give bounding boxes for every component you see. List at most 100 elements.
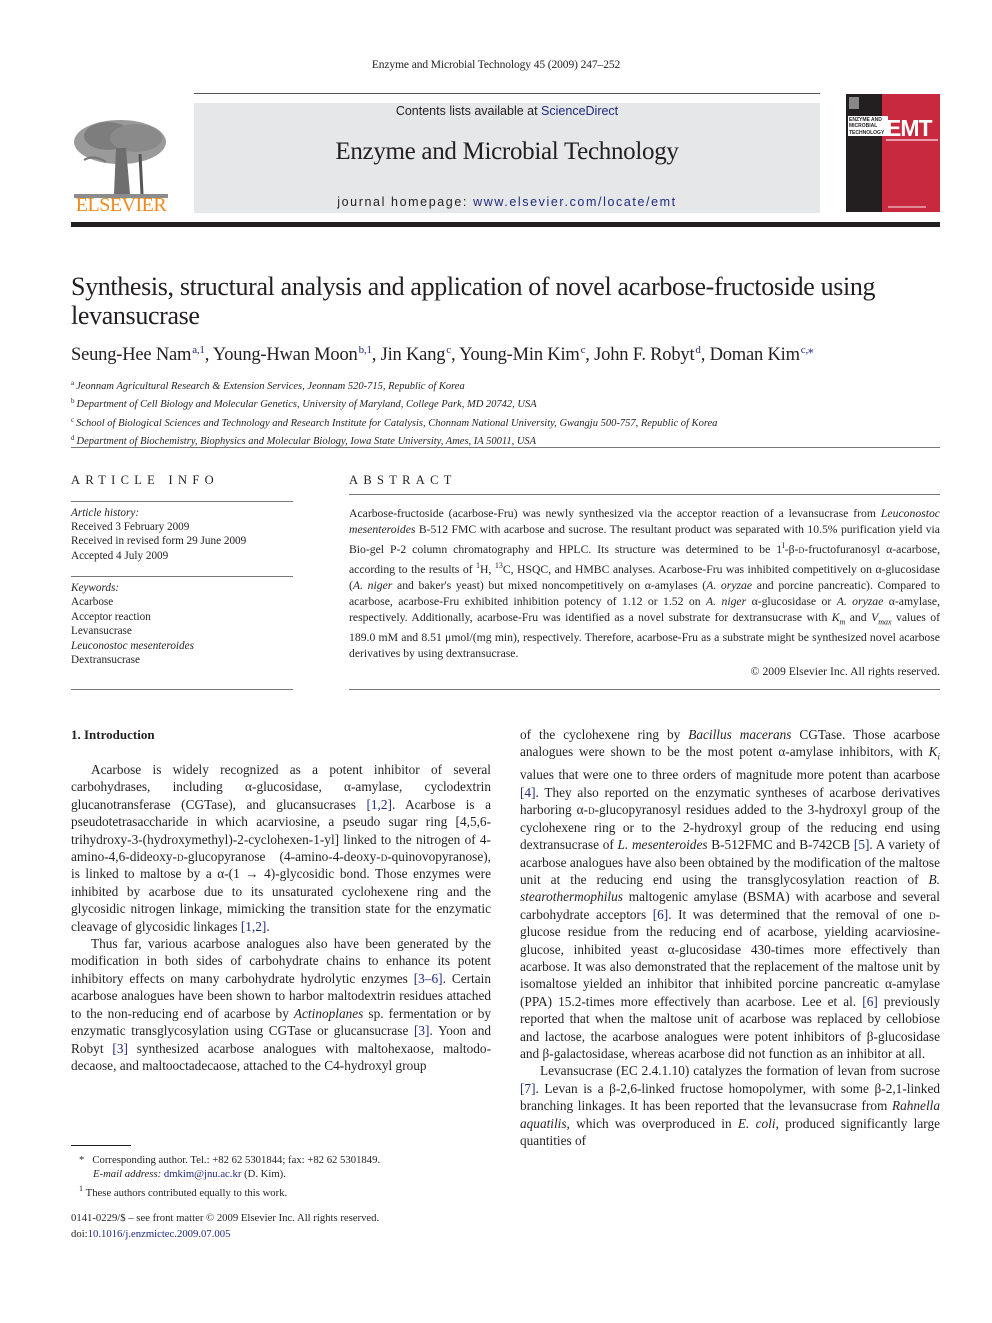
author[interactable]: Young-Min Kimc bbox=[459, 344, 586, 365]
cover-subtitle-line bbox=[886, 139, 938, 141]
affiliation-text: Jeonnam Agricultural Research & Extensio… bbox=[76, 381, 465, 392]
affiliation-text: Department of Cell Biology and Molecular… bbox=[76, 399, 537, 411]
contents-prefix: Contents lists available at bbox=[395, 104, 542, 118]
keyword: Levansucrase bbox=[71, 625, 132, 638]
journal-banner: Contents lists available at ScienceDirec… bbox=[194, 103, 820, 213]
paragraph: Levansucrase (EC 2.4.1.10) catalyzes the… bbox=[520, 1062, 940, 1149]
history-received: Received 3 February 2009 bbox=[71, 521, 190, 534]
author[interactable]: Doman Kimc,⁎ bbox=[710, 344, 814, 365]
author-affiliation-marker[interactable]: a,1 bbox=[192, 344, 205, 356]
doi-link[interactable]: 10.1016/j.enzmictec.2009.07.005 bbox=[88, 1228, 231, 1240]
affiliation-b: b Department of Cell Biology and Molecula… bbox=[71, 394, 951, 412]
text-span: . bbox=[266, 918, 270, 934]
cover-big-title: EMT bbox=[886, 115, 933, 141]
keywords-label: Keywords: bbox=[71, 582, 120, 594]
homepage-line: journal homepage: www.elsevier.com/locat… bbox=[194, 195, 820, 209]
author-affiliation-marker[interactable]: b,1 bbox=[359, 344, 372, 356]
history-accepted: Accepted 4 July 2009 bbox=[71, 549, 169, 562]
front-matter: 0141-0229/$ – see front matter © 2009 El… bbox=[71, 1211, 491, 1242]
abstract-span: -β- bbox=[784, 543, 799, 556]
abstract-span: α-glucosidase or bbox=[746, 595, 837, 608]
article-info-heading: ARTICLE INFO bbox=[71, 473, 219, 487]
abstract-span: and bbox=[845, 611, 872, 624]
journal-homepage-link[interactable]: www.elsevier.com/locate/emt bbox=[473, 195, 677, 209]
species-name: Bacillus macerans bbox=[688, 727, 792, 742]
footnote-corresponding: * Corresponding author. Tel.: +82 62 530… bbox=[71, 1153, 491, 1167]
journal-cover-thumbnail[interactable]: ENZYME AND MICROBIAL TECHNOLOGY EMT bbox=[846, 94, 940, 212]
citation-link[interactable]: [6] bbox=[862, 994, 878, 1009]
body-column-left: Acarbose is widely recognized as a poten… bbox=[71, 761, 491, 1074]
author-affiliation-marker[interactable]: d bbox=[695, 344, 701, 356]
abstract-copyright: © 2009 Elsevier Inc. All rights reserved… bbox=[750, 665, 940, 678]
author-name: Young-Hwan Moon bbox=[212, 345, 358, 365]
citation-link[interactable]: [5] bbox=[854, 837, 870, 852]
abstract-span: Acarbose-fructoside (acarbose-Fru) was n… bbox=[349, 507, 881, 520]
article-info-rule-bottom bbox=[71, 689, 293, 690]
abstract-span: and baker's yeast) but mixed noncompetit… bbox=[392, 579, 707, 592]
footnote-marker: 1 bbox=[79, 1183, 83, 1193]
affiliation-a: a Jeonnam Agricultural Research & Extensi… bbox=[71, 376, 951, 394]
cover-small-title: ENZYME AND MICROBIAL TECHNOLOGY bbox=[848, 116, 888, 136]
affiliation-key: a bbox=[71, 379, 75, 387]
abstract-span: H, bbox=[480, 563, 495, 576]
history-revised: Received in revised form 29 June 2009 bbox=[71, 535, 247, 548]
author[interactable]: Young-Hwan Moonb,1 bbox=[212, 344, 372, 365]
keyword: Acceptor reaction bbox=[71, 610, 151, 623]
email-suffix: (D. Kim). bbox=[241, 1168, 286, 1181]
contents-line: Contents lists available at ScienceDirec… bbox=[194, 104, 820, 118]
author[interactable]: Seung-Hee Nama,1 bbox=[71, 344, 205, 365]
citation-link[interactable]: [3] bbox=[112, 1041, 128, 1056]
author-affiliation-marker[interactable]: c bbox=[581, 344, 586, 356]
keyword: Leuconostoc mesenteroides bbox=[71, 639, 194, 652]
cover-footer-line bbox=[888, 206, 926, 208]
paragraph: Thus far, various acarbose analogues als… bbox=[71, 935, 491, 1074]
keywords: Keywords: Acarbose Acceptor reaction Lev… bbox=[71, 581, 296, 667]
sciencedirect-link[interactable]: ScienceDirect bbox=[541, 104, 618, 118]
footnote-marker: * bbox=[79, 1154, 85, 1166]
abstract-rule-top bbox=[349, 494, 940, 495]
text-span: B-512FMC and B-742CB bbox=[707, 837, 854, 853]
affiliations-rule bbox=[71, 447, 940, 448]
citation-link[interactable]: [1,2] bbox=[366, 797, 391, 812]
author[interactable]: John F. Robytd bbox=[594, 344, 701, 365]
km-symbol: K bbox=[831, 611, 840, 624]
affiliation-key: d bbox=[71, 433, 75, 442]
text-span: . It was determined that the removal of … bbox=[668, 906, 930, 922]
article-info-rule-top bbox=[71, 501, 293, 502]
text-span: Levansucrase (EC 2.4.1.10) catalyzes the… bbox=[540, 1063, 940, 1079]
footnotes: * Corresponding author. Tel.: +82 62 530… bbox=[71, 1153, 491, 1200]
elsevier-wordmark: ELSEVIER bbox=[75, 194, 167, 216]
subscript: i bbox=[937, 752, 940, 763]
author[interactable]: Jin Kangc bbox=[380, 344, 452, 365]
doi-line: doi:10.1016/j.enzmictec.2009.07.005 bbox=[71, 1227, 491, 1243]
affiliation-text: Department of Biochemistry, Biophysics a… bbox=[76, 435, 537, 447]
citation-link[interactable]: [4] bbox=[520, 785, 536, 800]
citation-link[interactable]: [3] bbox=[414, 1023, 430, 1038]
superscript: 13 bbox=[494, 561, 503, 570]
citation-link[interactable]: [3–6] bbox=[414, 971, 443, 986]
footnote-text: Corresponding author. Tel.: +82 62 53018… bbox=[92, 1154, 381, 1166]
author-name: John F. Robyt bbox=[594, 345, 695, 365]
citation-link[interactable]: [7] bbox=[520, 1081, 536, 1096]
masthead-top-rule bbox=[194, 93, 820, 94]
species-name: A. oryzae bbox=[706, 579, 753, 592]
body-column-right: of the cyclohexene ring by Bacillus mace… bbox=[520, 726, 940, 1149]
text-span: . Levan is a β-2,6-linked fructose homop… bbox=[520, 1080, 940, 1114]
author-affiliation-marker[interactable]: c,⁎ bbox=[801, 344, 814, 356]
author-name: Young-Min Kim bbox=[459, 345, 580, 365]
running-header: Enzyme and Microbial Technology 45 (2009… bbox=[371, 59, 621, 71]
author-name: Jin Kang bbox=[380, 345, 446, 365]
citation-link[interactable]: [1,2] bbox=[241, 919, 266, 934]
article-title: Synthesis, structural analysis and appli… bbox=[71, 272, 876, 330]
email-link[interactable]: dmkim@jnu.ac.kr bbox=[164, 1168, 242, 1180]
author-name: Seung-Hee Nam bbox=[71, 345, 192, 365]
species-name: A. niger bbox=[352, 579, 393, 592]
text-span: synthesized acarbose analogues with malt… bbox=[71, 1040, 491, 1073]
species-name: L. mesenteroides bbox=[617, 837, 708, 853]
affiliation-key: b bbox=[71, 397, 75, 406]
author-affiliation-marker[interactable]: c bbox=[446, 344, 451, 356]
citation-link[interactable]: [6] bbox=[653, 907, 669, 922]
footnote-text: These authors contributed equally to thi… bbox=[85, 1186, 288, 1199]
article-history: Article history: Received 3 February 200… bbox=[71, 506, 296, 563]
cover-publisher-badge-icon bbox=[849, 97, 859, 109]
